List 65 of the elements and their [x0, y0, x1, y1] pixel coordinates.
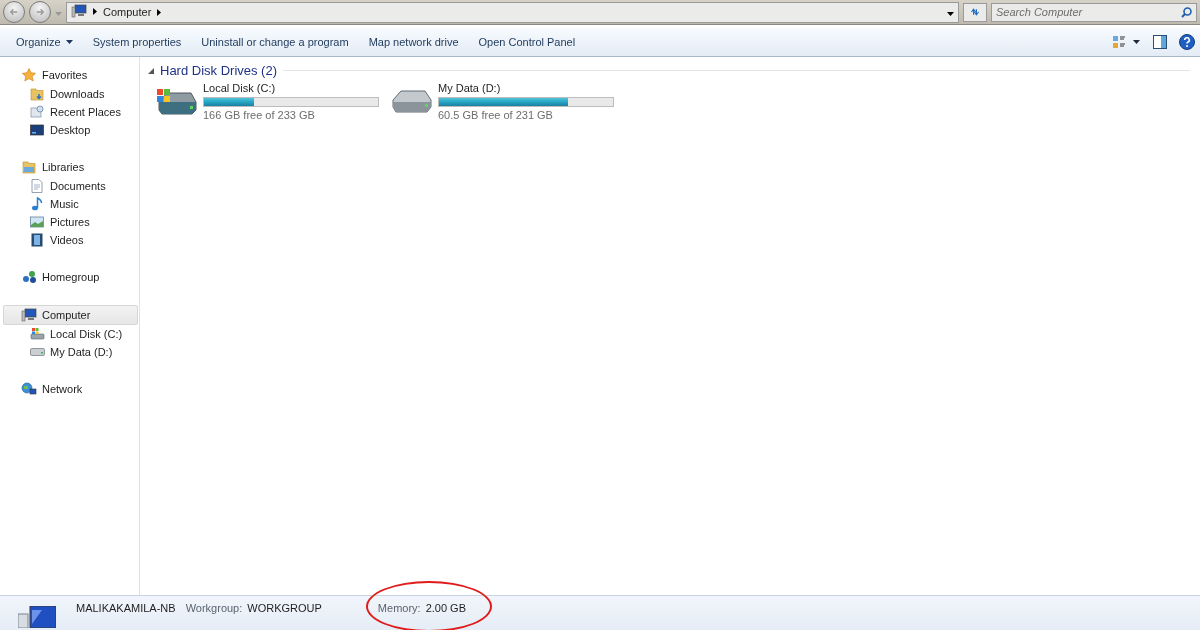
- back-button[interactable]: [3, 1, 25, 23]
- field-label: Workgroup:: [185, 602, 243, 614]
- windows-drive-icon: [29, 327, 45, 341]
- folder-icon: [30, 87, 44, 101]
- drive-name[interactable]: Local Disk (C:): [203, 82, 379, 95]
- music-note-icon: [31, 197, 43, 211]
- search-field[interactable]: Search Computer: [991, 2, 1197, 22]
- sidebar-item[interactable]: Libraries: [3, 157, 138, 177]
- computer-icon: [71, 4, 87, 18]
- group-header[interactable]: Hard Disk Drives (2): [148, 63, 277, 78]
- computer-icon: [21, 308, 37, 322]
- computer-icon: [18, 606, 56, 628]
- hard-drive-icon: [391, 89, 432, 113]
- sidebar-item[interactable]: Computer: [3, 305, 138, 325]
- refresh-button[interactable]: [963, 2, 987, 22]
- sidebar-item[interactable]: Desktop: [3, 121, 139, 139]
- desktop-icon: [30, 124, 44, 136]
- pictures-icon: [30, 216, 44, 228]
- search-icon[interactable]: [1181, 6, 1192, 18]
- field-label: Memory:: [377, 602, 421, 614]
- drive-name[interactable]: My Data (D:): [438, 82, 614, 95]
- caret-icon: [65, 40, 73, 44]
- toolbar-button[interactable]: Organize: [6, 32, 83, 52]
- sidebar-item[interactable]: Favorites: [3, 65, 138, 85]
- arrow-icon: [36, 7, 44, 17]
- sidebar-item[interactable]: Local Disk (C:): [3, 325, 139, 343]
- windows-hard-drive-icon: [156, 87, 197, 115]
- toolbar-button[interactable]: Uninstall or change a program: [191, 32, 359, 52]
- arrow-icon: [10, 7, 18, 17]
- film-icon: [31, 233, 43, 247]
- preview-pane-icon[interactable]: [1153, 35, 1167, 49]
- toolbar-button[interactable]: System properties: [82, 32, 192, 52]
- drive-icon: [29, 348, 45, 356]
- toolbar-button[interactable]: Map network drive: [358, 32, 469, 52]
- computer-name: MALIKAKAMILA-NB: [76, 602, 176, 614]
- sidebar-item[interactable]: Downloads: [3, 85, 139, 103]
- sidebar-item[interactable]: Network: [3, 379, 138, 399]
- help-icon[interactable]: [1179, 34, 1195, 50]
- toolbar-button[interactable]: Open Control Panel: [468, 32, 586, 52]
- view-options-icon[interactable]: [1113, 36, 1141, 48]
- address-bar[interactable]: Computer: [66, 1, 959, 23]
- sidebar-item[interactable]: Videos: [3, 231, 139, 249]
- dropdown-arrow-icon[interactable]: [947, 12, 954, 16]
- field-value: WORKGROUP: [247, 602, 322, 614]
- library-folder-icon: [22, 160, 36, 174]
- collapse-triangle-icon: [148, 67, 154, 74]
- star-icon: [22, 68, 36, 82]
- free-space-text: 60.5 GB free of 231 GB: [438, 109, 554, 122]
- breadcrumb[interactable]: Computer: [103, 6, 152, 18]
- sidebar-item[interactable]: Pictures: [3, 213, 139, 231]
- refresh-icon: [970, 6, 980, 18]
- sidebar-item[interactable]: Music: [3, 195, 139, 213]
- sidebar-item[interactable]: Documents: [3, 177, 139, 195]
- network-icon: [21, 382, 37, 396]
- homegroup-icon: [21, 270, 37, 284]
- free-space-text: 166 GB free of 233 GB: [203, 109, 316, 122]
- chevron-icon[interactable]: [157, 6, 162, 18]
- forward-button[interactable]: [29, 1, 51, 23]
- chevron-icon[interactable]: [93, 7, 97, 17]
- recent-places-icon: [30, 105, 44, 119]
- sidebar-item[interactable]: Recent Places: [3, 103, 139, 121]
- field-value: 2.00 GB: [425, 602, 466, 614]
- sidebar-item[interactable]: Homegroup: [3, 267, 138, 287]
- document-icon: [31, 179, 43, 193]
- sidebar-item[interactable]: My Data (D:): [3, 343, 139, 361]
